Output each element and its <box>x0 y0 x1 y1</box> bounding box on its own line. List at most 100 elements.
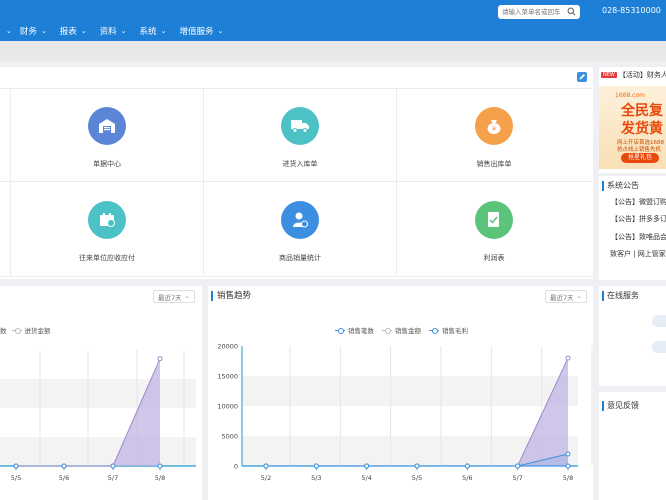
truck-icon <box>281 107 319 145</box>
grid-band <box>0 379 196 408</box>
search-icon[interactable] <box>567 7 576 16</box>
chevron-down-icon: ⌄ <box>120 27 127 35</box>
legend-item[interactable]: 销售毛利 <box>429 325 468 335</box>
online-service-panel <box>599 286 666 386</box>
quick-link-sales-out[interactable]: ¥ 销售出库单 <box>444 107 544 169</box>
nav-label: 资料 <box>99 27 117 37</box>
chevron-down-icon: ⌄ <box>40 27 47 35</box>
x-tick-label: 5/7 <box>108 474 118 482</box>
x-tick-label: 5/7 <box>512 474 522 482</box>
legend-label: 进货金额 <box>24 327 51 335</box>
legend-marker <box>11 327 22 334</box>
online-service-title: 在线服务 <box>602 291 639 301</box>
x-tick-label: 5/6 <box>59 474 69 482</box>
data-point <box>157 463 163 469</box>
nav-label: 增值服务 <box>179 27 214 37</box>
nav-system[interactable]: 系统 ⌄ <box>140 24 167 38</box>
data-point <box>157 356 163 362</box>
feedback-title: 意见反馈 <box>602 401 639 411</box>
nav-label: 财务 <box>19 27 37 37</box>
quick-link-label: 往来单位应收应付 <box>79 254 135 262</box>
grid-divider <box>0 88 593 89</box>
service-button[interactable] <box>652 341 666 353</box>
legend-marker <box>335 327 345 334</box>
legend-marker <box>382 327 392 334</box>
chevron-down-icon: ⌄ <box>80 27 87 35</box>
data-point <box>515 463 521 469</box>
chevron-down-icon: ⌄ <box>576 292 582 300</box>
legend-item[interactable]: 销售笔数 <box>335 325 374 335</box>
service-button[interactable] <box>652 315 666 327</box>
legend-label: 销售金额 <box>395 327 421 335</box>
quick-link-label: 单据中心 <box>93 160 121 168</box>
x-tick-label: 5/8 <box>563 474 573 482</box>
quick-link-sales-stats[interactable]: 商品销量统计 <box>250 201 350 263</box>
banner-headline-2: 发货黄 <box>621 121 663 137</box>
data-point <box>110 463 116 469</box>
nav-finance[interactable]: ⌄ 财务 ⌄ <box>6 24 47 38</box>
dropdown-value: 最近7天 <box>550 293 574 302</box>
quick-link-profit[interactable]: 利润表 <box>444 201 544 263</box>
main-nav: ⌄ 财务 ⌄ 报表 ⌄ 资料 ⌄ 系统 ⌄ 增值服务 ⌄ <box>0 24 236 38</box>
search-input[interactable] <box>502 8 564 16</box>
grid-divider <box>0 276 593 277</box>
legend-item[interactable]: 销售金额 <box>382 325 421 335</box>
y-tick-label: 20000 <box>217 343 238 351</box>
x-tick-label: 5/2 <box>261 474 271 482</box>
grid-divider <box>396 88 397 276</box>
quick-link-label: 利润表 <box>483 254 505 262</box>
grid-band <box>242 376 578 406</box>
svg-text:¥: ¥ <box>492 125 497 133</box>
x-tick-label: 5/6 <box>462 474 472 482</box>
data-point <box>565 463 571 469</box>
banner-brand: 1688.com <box>615 92 645 99</box>
x-tick-label: 5/5 <box>11 474 21 482</box>
x-tick-label: 5/3 <box>311 474 321 482</box>
grid-divider <box>10 88 11 276</box>
edit-icon[interactable] <box>577 72 587 82</box>
quick-link-receivables[interactable]: 往来单位应收应付 <box>57 201 157 263</box>
notice-item[interactable]: 【公告】致唯品会 <box>611 232 666 242</box>
legend-item[interactable]: 数 <box>0 325 7 335</box>
top-header: ⌄财务⌄ 报表⌄ 资料⌄ 系统⌄ 增值服务⌄ 028-85310000 <box>0 0 666 41</box>
notice-title: 系统公告 <box>602 181 639 191</box>
report-icon <box>475 201 513 239</box>
data-point <box>464 463 470 469</box>
nav-data[interactable]: 资料 ⌄ <box>100 24 127 38</box>
chevron-down-icon: ⌄ <box>6 27 12 35</box>
banner-text-2: 抢占线上销售先机 <box>617 147 662 153</box>
y-tick-label: 5000 <box>221 433 238 441</box>
notice-item[interactable]: 【公告】微盟订购 <box>611 197 666 207</box>
banner-button[interactable]: 抢星礼包 <box>621 153 659 163</box>
x-tick-label: 5/4 <box>361 474 371 482</box>
sales-range-dropdown[interactable]: 最近7天 ⌄ <box>545 290 587 303</box>
quick-link-purchase-in[interactable]: 进货入库单 <box>250 107 350 169</box>
quick-link-label: 销售出库单 <box>476 160 512 168</box>
y-tick-label: 15000 <box>217 373 238 381</box>
data-point <box>364 463 370 469</box>
y-tick-label: 10000 <box>217 403 238 411</box>
money-bag-icon: ¥ <box>475 107 513 145</box>
menu-search <box>498 5 580 19</box>
notice-footer[interactable]: 致客户 | 网上管家 <box>610 249 666 259</box>
grid-divider <box>203 88 204 276</box>
purchase-range-dropdown[interactable]: 最近7天 ⌄ <box>153 290 195 303</box>
legend-label: 数 <box>0 327 7 335</box>
data-point <box>61 463 67 469</box>
activity-link[interactable]: NEW 【活动】财务人 <box>601 70 666 80</box>
data-point <box>414 463 420 469</box>
hotline-phone: 028-85310000 <box>602 6 661 15</box>
banner-headline-1: 全民复 <box>621 103 663 119</box>
sales-legend: 销售笔数 销售金额 销售毛利 <box>335 325 476 335</box>
nav-value-added[interactable]: 增值服务 ⌄ <box>179 24 223 38</box>
activity-text: 【活动】财务人 <box>618 71 666 79</box>
notice-item[interactable]: 【公告】拼多多订 <box>611 214 666 224</box>
quick-link-documents[interactable]: 单据中心 <box>57 107 157 169</box>
grid-band <box>0 437 196 466</box>
legend-label: 销售笔数 <box>348 327 374 335</box>
nav-reports[interactable]: 报表 ⌄ <box>60 24 87 38</box>
data-point <box>565 355 571 361</box>
legend-item[interactable]: 进货金额 <box>11 325 51 335</box>
promo-banner[interactable]: 1688.com 全民复 发货黄 网上开店首选1688 抢占线上销售先机 抢星礼… <box>599 86 666 169</box>
x-tick-label: 5/5 <box>412 474 422 482</box>
